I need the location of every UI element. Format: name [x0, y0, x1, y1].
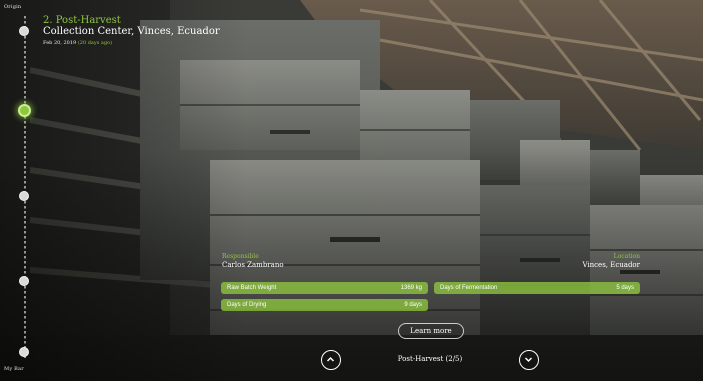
timeline-node-2-current[interactable]	[18, 104, 31, 117]
timeline-start-label: Origin	[4, 4, 22, 10]
timeline-end-label: My Bar	[4, 366, 24, 372]
stage-relative-date: (20 days ago)	[77, 40, 113, 46]
stage-title: 2. Post-Harvest	[43, 15, 121, 26]
metric-label: Days of Drying	[227, 302, 267, 308]
timeline-node-3[interactable]	[19, 191, 29, 201]
chevron-up-icon	[326, 356, 335, 362]
previous-stage-button[interactable]	[321, 350, 341, 370]
timeline-node-4[interactable]	[19, 276, 29, 286]
metric-label: Days of Fermentation	[440, 285, 498, 291]
metric-raw-batch-weight: Raw Batch Weight 1369 kg	[221, 282, 428, 294]
timeline-track	[24, 16, 26, 358]
metric-value: 1369 kg	[400, 285, 422, 291]
timeline-node-5[interactable]	[19, 347, 29, 357]
chevron-down-icon	[524, 357, 533, 363]
next-stage-button[interactable]	[519, 350, 539, 370]
responsible-value: Carlos Zambrano	[222, 261, 284, 269]
metric-label: Raw Batch Weight	[227, 285, 277, 291]
metric-value: 9 days	[404, 302, 422, 308]
metric-days-of-drying: Days of Drying 9 days	[221, 299, 428, 311]
location-label: Location	[613, 253, 640, 260]
stage-date: Feb 20, 2019 (20 days ago)	[43, 40, 112, 46]
scene-vignette-overlay	[0, 0, 703, 381]
location-value: Vinces, Ecuador	[582, 261, 640, 269]
metric-days-of-fermentation: Days of Fermentation 5 days	[434, 282, 640, 294]
responsible-label: Responsible	[222, 253, 259, 260]
stage-place: Collection Center, Vinces, Ecuador	[43, 26, 220, 37]
stage-date-value: Feb 20, 2019	[43, 40, 77, 46]
learn-more-button[interactable]: Learn more	[398, 323, 464, 339]
timeline-node-1[interactable]	[19, 26, 29, 36]
stage-progress-status: Post-Harvest (2/5)	[397, 355, 463, 363]
metric-value: 5 days	[616, 285, 634, 291]
